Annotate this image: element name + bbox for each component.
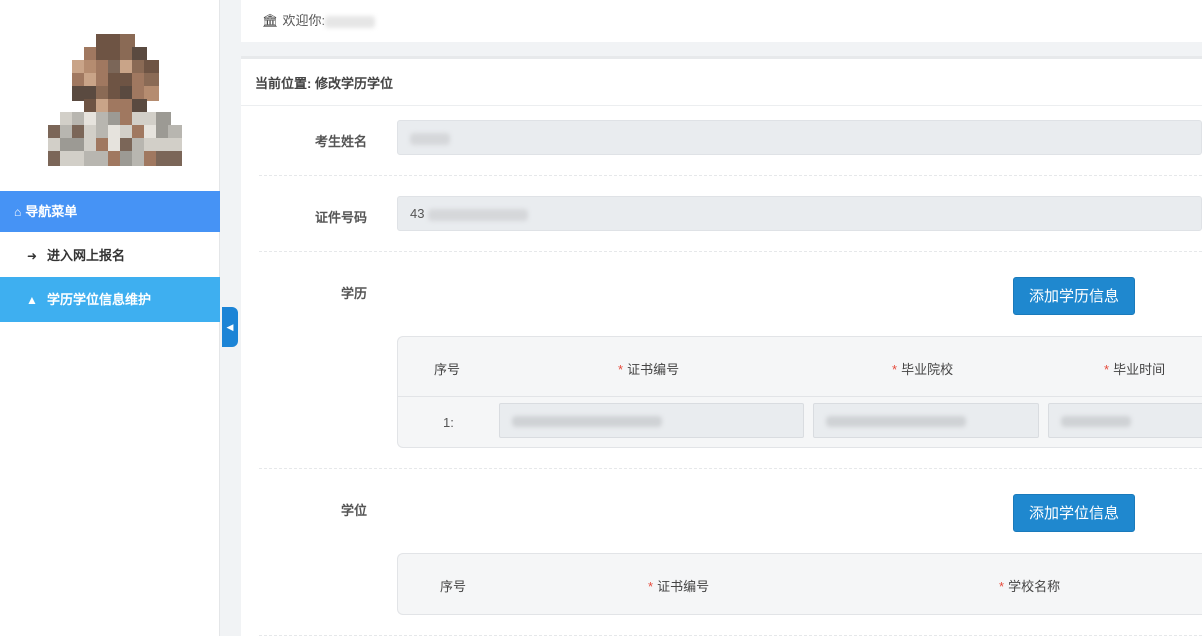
graduation-cap-icon: ▲ [26,293,38,307]
welcome-text: 🏛 欢迎你: [262,10,376,29]
blurred-certificate [512,416,662,428]
name-field[interactable] [397,120,1202,155]
sign-in-icon: ➜ [26,249,38,263]
blurred-name [410,132,450,145]
id-number-field[interactable]: 43 [397,196,1202,231]
sidebar-item-label: 进入网上报名 [47,248,126,263]
blurred-school [826,416,966,428]
welcome-label: 欢迎你: [282,13,326,28]
column-header-certificate-number: * 证书编号 [618,362,680,377]
avatar-pixel [168,151,182,166]
avatar [44,30,182,168]
bank-icon: 🏛 [262,13,279,28]
blurred-username [325,15,376,28]
divider [259,251,1202,252]
sidebar-collapse-toggle[interactable]: ◀ [222,307,238,347]
sidebar-item-label: 学历学位信息维护 [47,292,152,307]
nav-header: ⌂ 导航菜单 [0,191,220,232]
degree-label: 学位 [340,503,367,518]
education-table: 序号 * 证书编号 * 毕业院校 * 毕业时间 1: [397,336,1202,448]
add-degree-button[interactable]: 添加学位信息 [1013,494,1135,532]
nav-header-label: 导航菜单 [25,204,78,219]
topbar: 🏛 欢迎你: [241,0,1202,42]
divider [259,468,1202,469]
divider [241,105,1202,106]
row-index: 1: [443,415,454,430]
graduation-school-input[interactable] [813,403,1039,438]
column-header-index: 序号 [440,579,467,594]
sidebar-item-online-registration[interactable]: ➜ 进入网上报名 [0,233,220,278]
chevron-left-icon: ◀ [226,322,234,332]
home-icon: ⌂ [14,205,22,219]
id-number-value: 43 [410,206,425,221]
column-header-index: 序号 [434,362,461,377]
column-header-school-name: * 学校名称 [999,579,1061,594]
column-header-certificate-number: * 证书编号 [648,579,710,594]
certificate-number-input[interactable] [499,403,804,438]
name-label: 考生姓名 [314,134,367,149]
main-panel: 当前位置: 修改学历学位 考生姓名 证件号码 43 学历 添加学历信息 序号 *… [241,56,1202,636]
degree-table: 序号 * 证书编号 * 学校名称 [397,553,1202,615]
divider [398,396,1202,397]
add-education-button[interactable]: 添加学历信息 [1013,277,1135,315]
graduation-date-input[interactable] [1048,403,1202,438]
sidebar-item-education-maintenance[interactable]: ▲ 学历学位信息维护 [0,277,220,322]
sidebar: ⌂ 导航菜单 ➜ 进入网上报名 ▲ 学历学位信息维护 [0,0,220,636]
column-header-graduation-school: * 毕业院校 [892,362,954,377]
divider [259,175,1202,176]
blurred-id [428,208,529,221]
blurred-date [1061,416,1131,428]
breadcrumb: 当前位置: 修改学历学位 [255,76,393,91]
education-label: 学历 [340,286,367,301]
column-header-graduation-date: * 毕业时间 [1104,362,1166,377]
id-label: 证件号码 [314,210,367,225]
